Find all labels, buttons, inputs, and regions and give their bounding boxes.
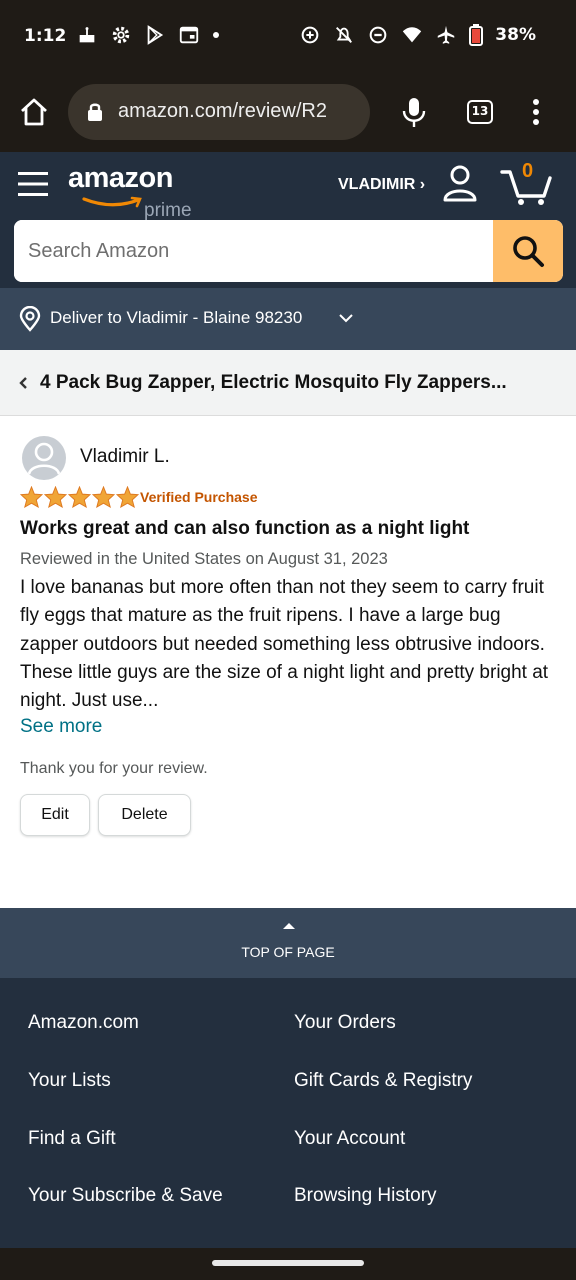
url-text: amazon.com/review/R2 — [118, 100, 327, 122]
star-icon — [92, 486, 115, 508]
airplane-icon — [438, 25, 455, 44]
amazon-prime-logo[interactable]: amazon prime — [68, 162, 208, 221]
footer-link-lists[interactable]: Your Lists — [28, 1070, 111, 1092]
system-icons: 38% — [299, 24, 536, 46]
avatar-icon — [27, 442, 61, 475]
star-icon — [44, 486, 67, 508]
gear-icon — [112, 26, 130, 44]
dot-icon — [213, 32, 219, 38]
cart-count: 0 — [522, 160, 534, 182]
deliver-to-bar[interactable]: Deliver to Vladimir - Blaine 98230 — [0, 288, 576, 350]
battery-icon — [469, 24, 484, 46]
data-saver-icon — [301, 26, 319, 44]
chevron-left-icon — [19, 377, 27, 389]
footer-link-account[interactable]: Your Account — [294, 1128, 405, 1150]
amazon-header: amazon prime VLADIMIR › 0 — [0, 152, 576, 288]
status-bar: 1:12 38% — [0, 0, 576, 72]
review-date: Reviewed in the United States on August … — [20, 550, 388, 568]
logo-text: amazon — [68, 162, 173, 194]
deliver-to-text: Deliver to Vladimir - Blaine 98230 — [50, 308, 303, 327]
footer-link-browsing-history[interactable]: Browsing History — [294, 1185, 437, 1207]
product-title-bar[interactable]: 4 Pack Bug Zapper, Electric Mosquito Fly… — [0, 350, 576, 416]
search-input[interactable] — [14, 220, 494, 282]
footer-link-find-gift[interactable]: Find a Gift — [28, 1128, 116, 1150]
star-icon — [116, 486, 139, 508]
browser-toolbar: amazon.com/review/R2 13 — [0, 72, 576, 152]
top-of-page-label: TOP OF PAGE — [241, 944, 335, 960]
thank-you-text: Thank you for your review. — [20, 760, 208, 777]
battery-percent: 38% — [495, 25, 536, 45]
search-bar — [14, 220, 563, 282]
lock-icon — [88, 103, 102, 121]
tab-switcher-button[interactable]: 13 — [467, 100, 493, 124]
product-title: 4 Pack Bug Zapper, Electric Mosquito Fly… — [40, 372, 507, 393]
smile-arrow-icon — [82, 196, 142, 208]
wifi-icon — [403, 27, 422, 43]
cake-icon — [79, 27, 95, 43]
see-more-link[interactable]: See more — [20, 716, 102, 738]
more-menu-icon[interactable] — [528, 96, 544, 128]
calendar-icon — [179, 26, 199, 44]
footer-links: Amazon.com Your Lists Find a Gift Your S… — [0, 978, 576, 1248]
star-icon — [68, 486, 91, 508]
reviewer-name: Vladimir L. — [80, 446, 170, 467]
caret-up-icon — [283, 923, 295, 929]
microphone-icon[interactable] — [400, 96, 428, 128]
location-pin-icon — [19, 306, 41, 332]
edit-button[interactable]: Edit — [20, 794, 90, 836]
system-nav-bar — [0, 1248, 576, 1280]
bell-off-icon — [336, 27, 353, 43]
top-of-page-button[interactable]: TOP OF PAGE — [0, 908, 576, 978]
avatar — [22, 436, 66, 480]
delete-button[interactable]: Delete — [98, 794, 191, 836]
dnd-icon — [369, 26, 387, 44]
footer-link-amazon[interactable]: Amazon.com — [28, 1012, 139, 1034]
search-icon — [513, 236, 544, 267]
home-icon[interactable] — [18, 96, 50, 128]
address-bar[interactable]: amazon.com/review/R2 — [68, 84, 370, 140]
footer-link-subscribe-save[interactable]: Your Subscribe & Save — [28, 1185, 223, 1207]
footer-link-orders[interactable]: Your Orders — [294, 1012, 396, 1034]
search-button[interactable] — [493, 220, 563, 282]
verified-purchase-badge: Verified Purchase — [140, 489, 258, 505]
notification-icons — [76, 24, 220, 46]
account-link[interactable]: VLADIMIR › — [338, 176, 425, 194]
review-title: Works great and can also function as a n… — [20, 518, 470, 539]
review-body: I love bananas but more often than not t… — [20, 577, 549, 712]
hamburger-menu-icon[interactable] — [18, 170, 48, 198]
star-rating — [20, 486, 139, 508]
logo-prime-text: prime — [144, 200, 192, 221]
footer-link-gift-cards[interactable]: Gift Cards & Registry — [294, 1070, 472, 1092]
home-gesture-handle[interactable] — [212, 1260, 364, 1266]
chevron-down-icon — [339, 314, 353, 323]
play-store-icon — [147, 25, 164, 45]
status-time: 1:12 — [24, 26, 67, 46]
user-icon[interactable] — [442, 164, 478, 202]
star-icon — [20, 486, 43, 508]
